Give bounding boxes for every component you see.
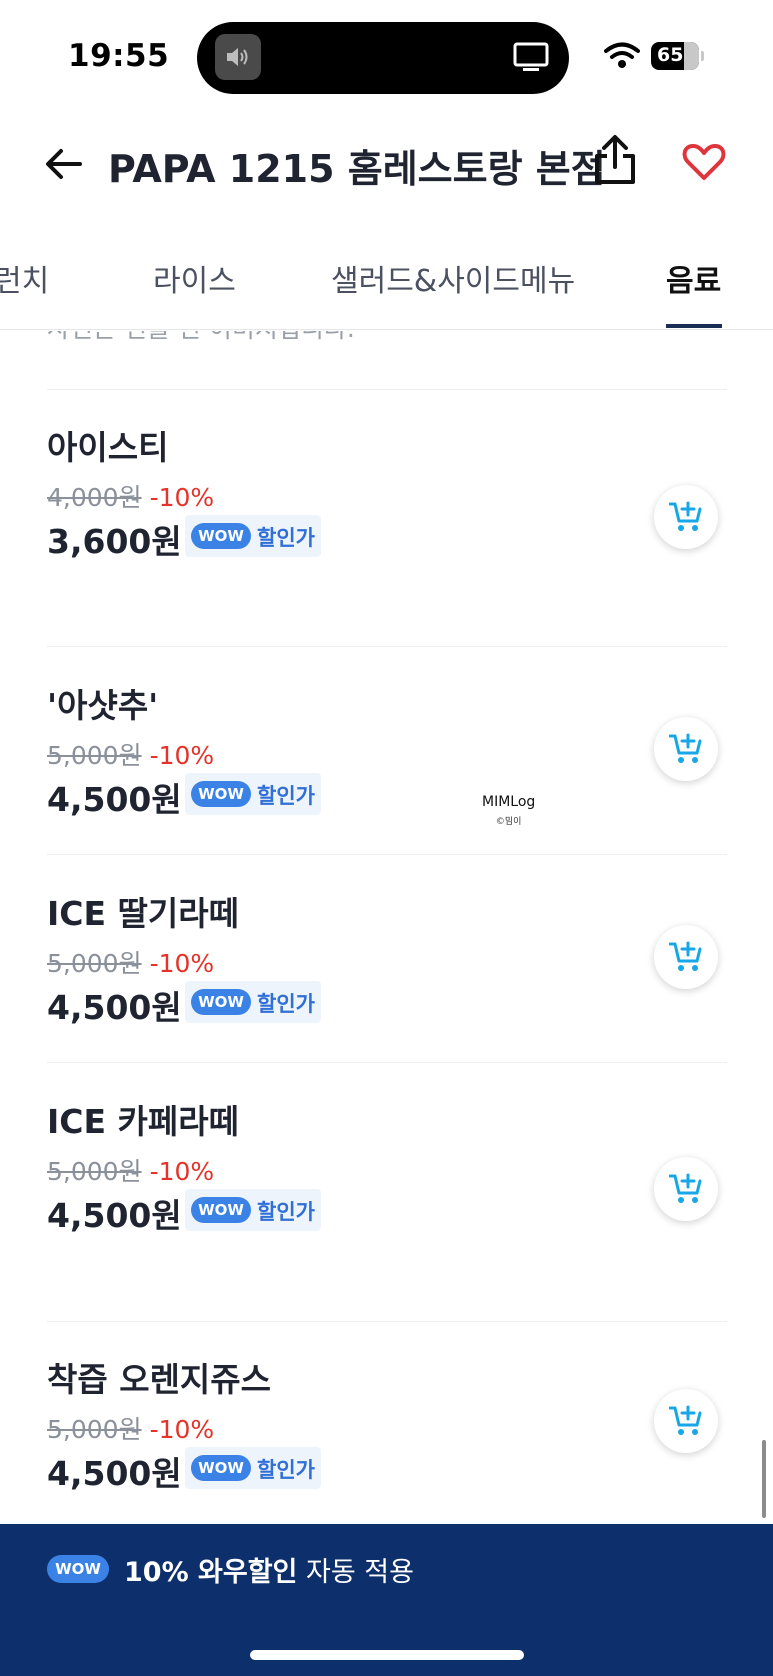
divider xyxy=(47,1321,727,1322)
add-to-cart-button[interactable] xyxy=(654,485,718,549)
store-header: PAPA 1215 홈레스토랑 본점 xyxy=(0,112,773,212)
discount-rate: -10% xyxy=(149,483,215,512)
banner-text: 10% 와우할인 자동 적용 xyxy=(124,1550,414,1589)
add-to-cart-icon xyxy=(669,941,702,971)
menu-item[interactable]: ICE 딸기라떼 5,000원 -10% 4,500원 WOW 할인가 xyxy=(0,887,773,1047)
wow-label: 할인가 xyxy=(257,526,315,550)
divider xyxy=(47,1062,727,1063)
tab-rice[interactable]: 라이스 xyxy=(153,256,236,300)
original-price-row: 5,000원 -10% xyxy=(47,1410,214,1446)
item-name: ICE 카페라떼 xyxy=(47,1102,239,1141)
wow-discount-tag: WOW 할인가 xyxy=(185,515,321,557)
tab-salad-side[interactable]: 샐러드&사이드메뉴 xyxy=(331,256,575,300)
add-to-cart-icon xyxy=(669,501,702,531)
wow-badge: WOW xyxy=(191,989,251,1015)
scrollbar[interactable] xyxy=(762,1440,766,1518)
watermark-main: MIMLog xyxy=(482,794,536,810)
original-price-row: 5,000원 -10% xyxy=(47,1152,214,1188)
add-to-cart-button[interactable] xyxy=(654,925,718,989)
heart-icon[interactable] xyxy=(682,142,726,182)
menu-item[interactable]: '아샷추' 5,000원 -10% 4,500원 WOW 할인가 xyxy=(0,679,773,839)
wow-badge: WOW xyxy=(47,1555,109,1583)
add-to-cart-icon xyxy=(669,1173,702,1203)
banner-strong-text: 10% 와우할인 xyxy=(124,1557,298,1588)
wow-badge: WOW xyxy=(191,1455,251,1481)
sale-price: 4,500원 xyxy=(47,1196,182,1235)
wow-badge: WOW xyxy=(191,523,251,549)
wow-discount-tag: WOW 할인가 xyxy=(185,1189,321,1231)
category-tabs: 런치 라이스 샐러드&사이드메뉴 음료 xyxy=(0,246,773,330)
menu-item[interactable]: ICE 카페라떼 5,000원 -10% 4,500원 WOW 할인가 xyxy=(0,1095,773,1255)
discount-rate: -10% xyxy=(149,1157,215,1186)
image-notice: 사진은 연출 된 이미지입니다. xyxy=(47,331,355,345)
wow-discount-banner: WOW 10% 와우할인 자동 적용 xyxy=(0,1524,773,1676)
wow-label: 할인가 xyxy=(257,784,315,808)
banner-suffix-text: 자동 적용 xyxy=(297,1557,414,1588)
discount-rate: -10% xyxy=(149,1415,215,1444)
dynamic-island xyxy=(197,22,569,94)
sale-price: 4,500원 xyxy=(47,780,182,819)
back-arrow-icon[interactable] xyxy=(44,146,84,182)
wifi-icon xyxy=(604,42,640,74)
wow-label: 할인가 xyxy=(257,1200,315,1224)
battery-indicator: 65 xyxy=(651,42,699,70)
sale-price: 4,500원 xyxy=(47,988,182,1027)
original-price: 5,000원 xyxy=(47,949,142,978)
item-name: ICE 딸기라떼 xyxy=(47,894,239,933)
wow-discount-tag: WOW 할인가 xyxy=(185,1447,321,1489)
add-to-cart-button[interactable] xyxy=(654,1389,718,1453)
store-title: PAPA 1215 홈레스토랑 본점 xyxy=(108,147,606,191)
add-to-cart-icon xyxy=(669,1405,702,1435)
watermark: MIMLog ©밈이 xyxy=(482,794,535,827)
tv-icon xyxy=(513,42,549,76)
menu-item[interactable]: 착즙 오렌지쥬스 5,000원 -10% 4,500원 WOW 할인가 xyxy=(0,1353,773,1513)
original-price: 4,000원 xyxy=(47,483,142,512)
add-to-cart-button[interactable] xyxy=(654,717,718,781)
active-tab-indicator xyxy=(666,324,722,328)
wow-discount-tag: WOW 할인가 xyxy=(185,773,321,815)
add-to-cart-button[interactable] xyxy=(654,1157,718,1221)
add-to-cart-icon xyxy=(669,733,702,763)
watermark-sub: ©밈이 xyxy=(495,817,522,827)
wow-discount-tag: WOW 할인가 xyxy=(185,981,321,1023)
battery-level: 65 xyxy=(657,44,684,66)
discount-rate: -10% xyxy=(149,949,215,978)
original-price: 5,000원 xyxy=(47,741,142,770)
divider xyxy=(47,646,727,647)
wow-badge: WOW xyxy=(191,781,251,807)
original-price: 5,000원 xyxy=(47,1157,142,1186)
status-time: 19:55 xyxy=(68,38,170,74)
share-icon[interactable] xyxy=(592,134,638,186)
item-name: 착즙 오렌지쥬스 xyxy=(47,1360,272,1399)
speaker-icon xyxy=(215,34,261,80)
item-name: '아샷추' xyxy=(47,686,159,725)
tab-drinks[interactable]: 음료 xyxy=(666,256,721,300)
wow-label: 할인가 xyxy=(257,1458,315,1482)
menu-list: 사진은 연출 된 이미지입니다. 아이스티 4,000원-10% 3,600원 … xyxy=(0,331,773,1524)
wow-badge: WOW xyxy=(191,1197,251,1223)
menu-item[interactable]: 아이스티 4,000원 -10% 3,600원 WOW 할인가 xyxy=(0,421,773,581)
wow-label: 할인가 xyxy=(257,992,315,1016)
divider xyxy=(47,389,727,390)
original-price: 5,000원 xyxy=(47,1415,142,1444)
tab-lunch[interactable]: 런치 xyxy=(0,256,49,300)
divider xyxy=(47,854,727,855)
status-bar: 19:55 65 xyxy=(0,0,773,112)
original-price-row: 5,000원 -10% xyxy=(47,736,214,772)
sale-price: 3,600원 xyxy=(47,522,182,561)
sale-price: 4,500원 xyxy=(47,1454,182,1493)
item-name: 아이스티 xyxy=(47,428,169,467)
discount-rate: -10% xyxy=(149,741,215,770)
home-indicator[interactable] xyxy=(250,1650,524,1660)
original-price-row: 5,000원 -10% xyxy=(47,944,214,980)
store-menu-page: 19:55 65 PAPA 1215 홈레스토랑 본점 런치 라이스 샐러드&사… xyxy=(0,0,773,1676)
original-price-row: 4,000원 -10% xyxy=(47,478,214,514)
